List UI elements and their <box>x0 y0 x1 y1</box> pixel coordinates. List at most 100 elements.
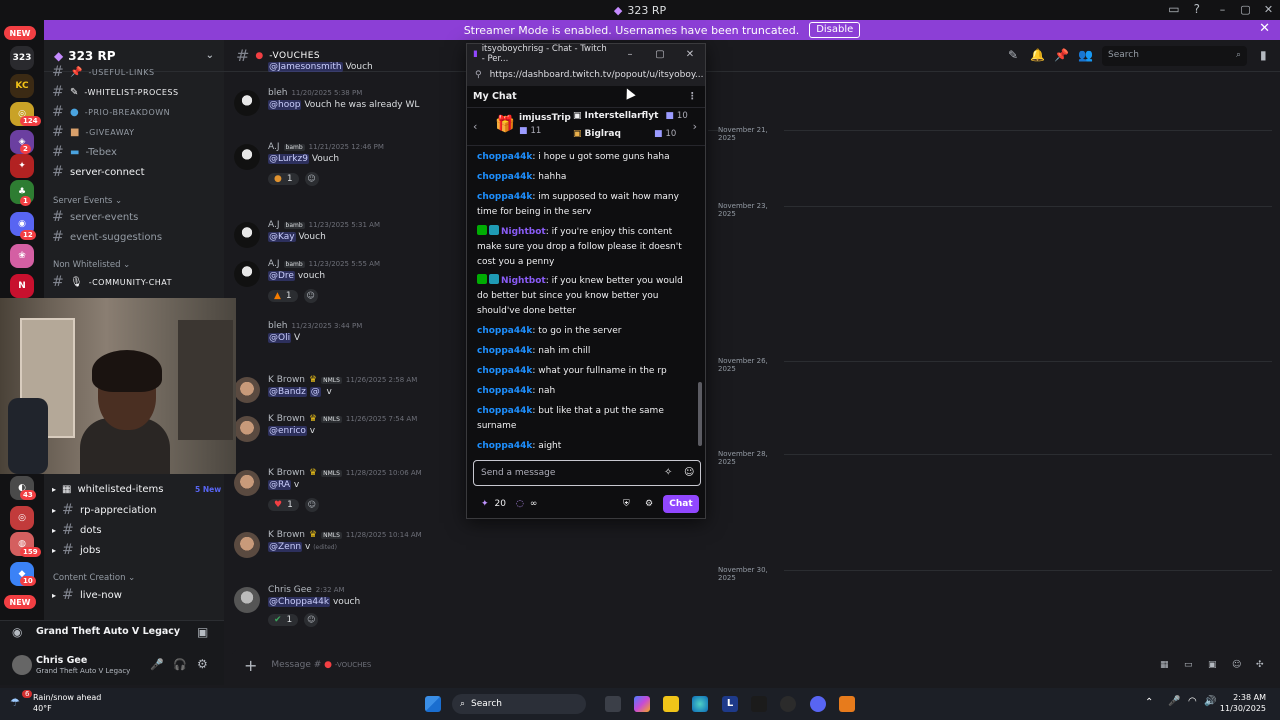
category-content-creation[interactable]: Content Creation ⌄ <box>53 573 135 583</box>
disable-streamer-mode-button[interactable]: Disable <box>809 22 861 38</box>
emote-picker-icon[interactable]: ☺ <box>684 467 694 478</box>
gif-icon[interactable]: ▭ <box>1184 660 1193 670</box>
avatar[interactable] <box>234 261 260 287</box>
edge-icon[interactable] <box>692 696 708 712</box>
chat-username[interactable]: choppa44k <box>477 406 532 416</box>
chat-username[interactable]: choppa44k <box>477 152 532 162</box>
chat-username[interactable]: choppa44k <box>477 346 532 356</box>
system-clock[interactable]: 2:38 AM 11/30/2025 <box>1220 692 1266 714</box>
emoji-icon[interactable]: ☺ <box>1232 660 1241 670</box>
user-mention[interactable]: @Jamesonsmith <box>268 62 343 72</box>
author-name[interactable]: A.J <box>268 259 280 269</box>
author-name[interactable]: bleh <box>268 321 287 331</box>
avatar[interactable] <box>234 470 260 496</box>
chat-username[interactable]: choppa44k <box>477 386 532 396</box>
pinned-icon[interactable]: 📌 <box>1054 48 1069 62</box>
search-input[interactable]: Search ⌕ <box>1102 46 1247 66</box>
taskbar-search[interactable]: ⌕ Search <box>452 694 586 714</box>
copilot-icon[interactable] <box>634 696 650 712</box>
maximize-button[interactable]: ▢ <box>1234 0 1257 20</box>
add-reaction-icon[interactable]: ☺ <box>304 613 319 627</box>
notifications-icon[interactable]: 🔔 <box>1030 48 1045 62</box>
server-icon[interactable]: KC <box>10 74 34 98</box>
author-name[interactable]: K Brown <box>268 468 305 478</box>
author-name[interactable]: bleh <box>268 88 287 98</box>
user-mention[interactable]: @RA <box>268 480 292 490</box>
discord-icon[interactable] <box>810 696 826 712</box>
add-reaction-icon[interactable]: ☺ <box>303 289 318 303</box>
channel-server-connect[interactable]: # server-connect <box>52 162 145 182</box>
user-mention[interactable]: @Choppa44k <box>268 597 331 607</box>
message-composer[interactable]: + Message # ● -VOUCHES ▦ ▭ ▣ ☺ ✣ <box>232 650 1272 680</box>
volume-icon[interactable]: 🔊 <box>1204 696 1216 707</box>
server-icon[interactable]: ❀ <box>10 244 34 268</box>
channel-whitelist-process[interactable]: # ✎ -WHITELIST-PROCESS <box>52 82 179 102</box>
channel-dots[interactable]: ▸ # dots <box>52 520 102 540</box>
chat-scrollbar[interactable] <box>698 382 702 446</box>
chat-username[interactable]: choppa44k <box>477 192 532 202</box>
avatar[interactable] <box>234 90 260 116</box>
gifter-entry[interactable]: imjussTrip <box>519 113 571 123</box>
task-view-icon[interactable] <box>605 696 621 712</box>
minimize-button[interactable]: – <box>615 49 645 60</box>
user-mention[interactable]: @Dre <box>268 271 295 281</box>
steam-icon[interactable] <box>780 696 796 712</box>
channel-event-suggestions[interactable]: # event-suggestions <box>52 227 162 247</box>
mod-shield-icon[interactable]: ⛨ <box>623 499 630 509</box>
obs-icon[interactable] <box>839 696 855 712</box>
avatar[interactable] <box>234 532 260 558</box>
channel-points-icon[interactable]: ✦ <box>481 499 489 509</box>
category-non-whitelisted[interactable]: Non Whitelisted ⌄ <box>53 260 130 270</box>
weather-widget[interactable]: Rain/snow ahead 40°F <box>33 692 101 714</box>
members-icon[interactable]: 👥 <box>1078 48 1093 62</box>
channel-whitelisted-items[interactable]: ▸ ▦ whitelisted-items 5 New <box>52 479 221 499</box>
apps-icon[interactable]: ✣ <box>1256 660 1264 670</box>
add-reaction-icon[interactable]: ☺ <box>304 172 319 186</box>
close-button[interactable]: ✕ <box>675 49 705 60</box>
author-name[interactable]: K Brown <box>268 414 305 424</box>
category-server-events[interactable]: Server Events ⌄ <box>53 196 122 206</box>
chat-username[interactable]: Nightbot <box>501 227 546 237</box>
inbox-icon[interactable]: ▮ <box>1260 48 1267 62</box>
gifter-entry[interactable]: ▣ Biglraq ■ 10 <box>573 129 676 139</box>
avatar[interactable] <box>234 144 260 170</box>
address-bar[interactable]: ⚲ https://dashboard.twitch.tv/popout/u/i… <box>467 64 705 86</box>
inbox-icon[interactable]: ▭ <box>1168 2 1179 16</box>
reaction[interactable]: ▲ 1 <box>268 290 298 302</box>
send-message-input[interactable]: Send a message ✧ ☺ <box>473 460 701 486</box>
chat-send-button[interactable]: Chat <box>663 495 699 513</box>
chat-username[interactable]: choppa44k <box>477 172 532 182</box>
settings-icon[interactable]: ⚙ <box>197 657 208 671</box>
attach-plus-icon[interactable]: + <box>244 656 257 675</box>
sticker-icon[interactable]: ▣ <box>1208 660 1217 670</box>
author-name[interactable]: A.J <box>268 220 280 230</box>
chat-username[interactable]: choppa44k <box>477 366 532 376</box>
chat-settings-icon[interactable]: ⚙ <box>645 499 653 509</box>
user-mention[interactable]: @Kay <box>268 232 296 242</box>
close-button[interactable]: ✕ <box>1257 0 1280 20</box>
avatar[interactable] <box>234 416 260 442</box>
threads-icon[interactable]: ✎ <box>1008 48 1018 62</box>
author-name[interactable]: A.J <box>268 142 280 152</box>
user-mention[interactable]: @Oli <box>268 333 292 343</box>
headphones-icon[interactable]: 🎧 <box>173 658 187 671</box>
gifter-entry[interactable]: ▣ Interstellarflyt ■ 10 <box>573 111 688 121</box>
terminal-icon[interactable] <box>751 696 767 712</box>
avatar[interactable] <box>234 222 260 248</box>
chat-username[interactable]: choppa44k <box>477 441 532 451</box>
user-mention[interactable]: @hoop <box>268 100 302 110</box>
wand-icon[interactable]: ✧ <box>664 467 672 478</box>
server-323rp[interactable]: 323 <box>10 46 34 70</box>
help-icon[interactable]: ? <box>1194 2 1200 16</box>
reaction[interactable]: ♥ 1 <box>268 499 299 511</box>
chat-username[interactable]: choppa44k <box>477 326 532 336</box>
reaction[interactable]: ✔ 1 <box>268 614 299 626</box>
user-mention[interactable]: @ <box>309 387 321 397</box>
author-name[interactable]: Chris Gee <box>268 585 312 595</box>
user-mention[interactable]: @enrico <box>268 426 307 436</box>
windows-start-icon[interactable] <box>425 696 441 712</box>
mic-icon[interactable]: 🎤 <box>150 658 164 671</box>
chat-username[interactable]: Nightbot <box>501 276 546 286</box>
author-name[interactable]: K Brown <box>268 530 305 540</box>
gift-icon[interactable]: ▦ <box>1160 660 1169 670</box>
